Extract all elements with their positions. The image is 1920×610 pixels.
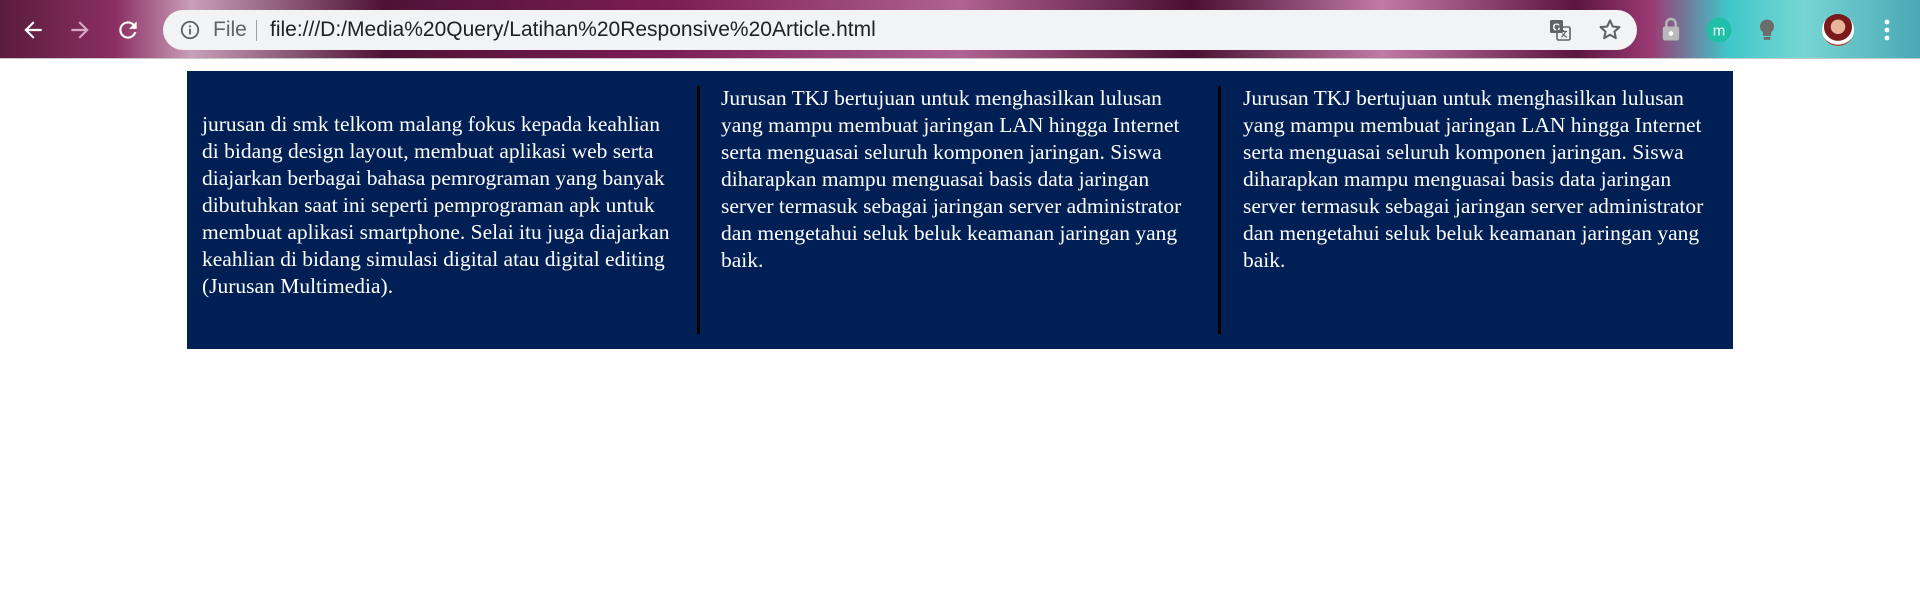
column-divider bbox=[697, 86, 700, 334]
arrow-right-icon bbox=[71, 21, 89, 39]
translate-icon[interactable]: G bbox=[1548, 18, 1572, 42]
address-bar[interactable]: File file:///D:/Media%20Query/Latihan%20… bbox=[163, 10, 1637, 50]
star-icon[interactable] bbox=[1597, 17, 1623, 43]
forward-button[interactable] bbox=[62, 12, 98, 48]
lightbulb-extension-icon bbox=[1759, 19, 1775, 40]
svg-text:m: m bbox=[1713, 23, 1726, 40]
browser-toolbar: File file:///D:/Media%20Query/Latihan%20… bbox=[0, 0, 1920, 59]
scheme-label: File bbox=[213, 18, 247, 41]
article-column-tkj-duplicate: Jurusan TKJ bertujuan untuk menghasilkan… bbox=[1243, 86, 1704, 272]
m-extension-icon: m bbox=[1706, 17, 1732, 43]
omnibox-divider bbox=[256, 20, 257, 41]
back-button[interactable] bbox=[15, 12, 51, 48]
info-icon[interactable] bbox=[179, 19, 201, 41]
article-column-multimedia: jurusan di smk telkom malang fokus kepad… bbox=[202, 112, 670, 298]
article-column-tkj: Jurusan TKJ bertujuan untuk menghasilkan… bbox=[721, 86, 1182, 272]
lock-extension-icon bbox=[1662, 17, 1680, 41]
article-row: jurusan di smk telkom malang fokus kepad… bbox=[187, 71, 1733, 349]
url-text[interactable]: file:///D:/Media%20Query/Latihan%20Respo… bbox=[270, 18, 876, 42]
kebab-menu-icon[interactable] bbox=[1875, 15, 1899, 45]
profile-avatar[interactable] bbox=[1822, 14, 1854, 46]
column-divider bbox=[1218, 86, 1221, 334]
arrow-left-icon bbox=[24, 21, 42, 39]
reload-icon bbox=[119, 21, 137, 39]
extension-button[interactable]: m bbox=[1703, 14, 1735, 46]
reload-button[interactable] bbox=[110, 12, 146, 48]
extension-button[interactable] bbox=[1751, 14, 1783, 46]
extension-button[interactable] bbox=[1655, 14, 1687, 46]
